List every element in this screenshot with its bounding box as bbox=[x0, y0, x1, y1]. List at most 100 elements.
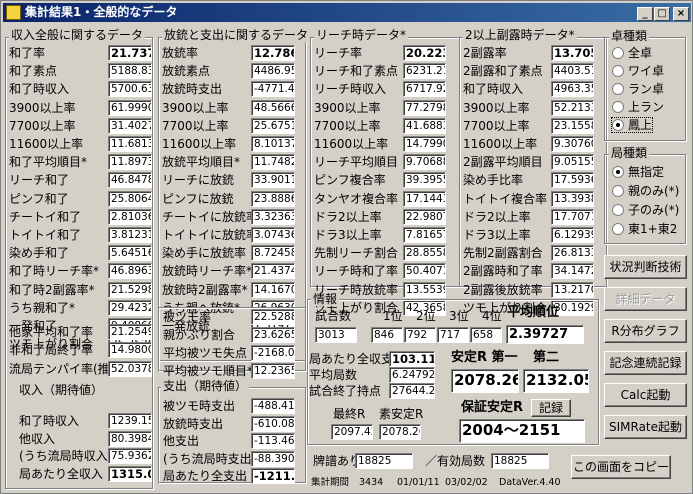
close-button[interactable]: × bbox=[673, 7, 689, 21]
radio-label: ワイ卓 bbox=[628, 64, 665, 78]
record-button[interactable]: 記録 bbox=[531, 399, 571, 417]
games-value: 3013 bbox=[315, 327, 357, 343]
table-type-option[interactable]: 鳳上 bbox=[610, 117, 654, 133]
period-to: 03/02/02 bbox=[445, 477, 488, 488]
col2-value: 23.8886 bbox=[251, 190, 295, 207]
col2-value: -88.390 bbox=[251, 450, 295, 467]
round-type-option[interactable]: 東1+東2 bbox=[612, 222, 677, 236]
col3-label: リーチ時収入 bbox=[314, 82, 387, 97]
r-distribution-button[interactable]: R分布グラフ bbox=[604, 319, 687, 343]
radio-label: 親のみ(*) bbox=[628, 184, 680, 198]
col1-label: リーチ和了 bbox=[9, 173, 70, 188]
calc-launch-button[interactable]: Calc起動 bbox=[604, 383, 687, 407]
col4-label: 3900以上率 bbox=[463, 100, 530, 115]
col1-value: 5.64516 bbox=[108, 245, 152, 262]
col2-label: トイトイに放銃率 bbox=[162, 228, 259, 242]
col4-label: 2副露後放銃率 bbox=[463, 282, 543, 297]
main-window: 集計結果1・全般的なデータ _ □ × 収入全般に関するデータ 和了率 21.737… bbox=[0, 0, 693, 494]
table-type-option[interactable]: ラン卓 bbox=[612, 82, 664, 96]
col4-value: 9.05155 bbox=[551, 154, 594, 171]
round-type-option[interactable]: 無指定 bbox=[612, 165, 664, 179]
minimize-button[interactable]: _ bbox=[637, 7, 653, 21]
col2-label: 7700以上率 bbox=[162, 118, 229, 133]
col1-label: 染め手和了 bbox=[9, 246, 70, 261]
rate1-value: 2078.26 bbox=[451, 369, 519, 393]
col2-label: 放銃素点 bbox=[162, 64, 211, 79]
col1-value: 46.8963 bbox=[108, 263, 152, 280]
col1-label: ピンフ和了 bbox=[9, 191, 69, 206]
place-value: 792 bbox=[404, 327, 436, 343]
period-from: 01/01/11 bbox=[397, 477, 440, 488]
col1-expect-label: 収入（期待値） bbox=[19, 383, 104, 397]
col1-label: 和了素点 bbox=[9, 64, 58, 79]
col1-label: 他家平均和了率 bbox=[9, 325, 94, 339]
maximize-button[interactable]: □ bbox=[654, 7, 670, 21]
radio-label: 東1+東2 bbox=[628, 222, 678, 236]
period-count: 3434 bbox=[359, 477, 384, 488]
table-type-option[interactable]: ワイ卓 bbox=[612, 64, 664, 78]
col4-label: 11600以上率 bbox=[463, 137, 538, 151]
col3-value: 41.6883 bbox=[403, 117, 446, 134]
col1-value: 21.737 bbox=[108, 45, 152, 61]
rate2-label: 第二 bbox=[533, 350, 560, 365]
copy-screen-button[interactable]: この画面をコピー bbox=[571, 455, 671, 479]
col2-expect-label: 支出（期待値） bbox=[161, 379, 250, 393]
col1-header: 収入全般に関するデータ bbox=[9, 28, 146, 42]
col1-value: 3.81231 bbox=[108, 227, 152, 243]
col3-label: リーチ率 bbox=[314, 46, 363, 60]
simrate-launch-button[interactable]: SIMRate起動 bbox=[604, 415, 687, 439]
radio-dot bbox=[612, 166, 624, 178]
round-type-option[interactable]: 子のみ(*) bbox=[612, 203, 679, 217]
plain-r-value: 2078.26 bbox=[379, 424, 421, 440]
place-value: 717 bbox=[437, 327, 469, 343]
col4-label: 7700以上率 bbox=[463, 118, 530, 133]
col2-value: 11.7482 bbox=[251, 154, 295, 171]
col1-value: 21.5298 bbox=[108, 281, 152, 298]
income-label: 局あたり全収支 bbox=[309, 352, 394, 366]
situation-analysis-button[interactable]: 状況判断技術 bbox=[604, 255, 687, 279]
col4-value: 52.2133 bbox=[551, 99, 594, 116]
avg-hands-label: 平均局数 bbox=[309, 368, 358, 382]
col1-value: 61.9990 bbox=[108, 99, 152, 116]
place-label: 3位 bbox=[449, 309, 469, 323]
col3-value: 6717.92 bbox=[403, 81, 446, 98]
radio-label: 鳳上 bbox=[628, 118, 653, 132]
col3-value: 20.223 bbox=[403, 45, 446, 61]
table-type-option[interactable]: 全卓 bbox=[612, 46, 652, 60]
detail-data-button[interactable]: 詳細データ bbox=[604, 287, 687, 311]
col4-value: 13.3938 bbox=[551, 190, 594, 207]
radio-dot bbox=[612, 185, 624, 197]
window-title: 集計結果1・全般的なデータ bbox=[25, 5, 178, 19]
col4-value: 23.1558 bbox=[551, 117, 594, 134]
col2-label: 被ツモ時支出 bbox=[163, 399, 236, 413]
valid-hands-value: 18825 bbox=[491, 453, 549, 469]
radio-dot bbox=[612, 204, 624, 216]
col2-value: 12.2365 bbox=[251, 363, 295, 379]
col4-value: 17.5936 bbox=[551, 172, 594, 189]
radio-dot bbox=[612, 83, 624, 95]
place-label: 1位 bbox=[383, 309, 403, 323]
col2-value: 12.786 bbox=[251, 45, 295, 61]
col2-label: 平均被ツモ順目* bbox=[163, 364, 254, 378]
col1-label: 他収入 bbox=[19, 431, 56, 446]
table-type-option[interactable]: 上ラン bbox=[612, 100, 664, 114]
col1-label: 和了時収入 bbox=[19, 414, 80, 428]
col2-value: 25.6751 bbox=[251, 117, 295, 134]
col3-value: 50.4071 bbox=[403, 263, 446, 280]
radio-label: 子のみ(*) bbox=[628, 203, 680, 217]
col4-value: 34.1472 bbox=[551, 263, 594, 280]
col2-value: 22.5288 bbox=[251, 309, 295, 325]
income-value: 103.112 bbox=[389, 351, 435, 367]
col3-header: リーチ時データ* bbox=[314, 28, 409, 42]
col1-value: 1315.08 bbox=[108, 465, 152, 482]
col2-value: 14.1670 bbox=[251, 281, 295, 298]
col2-label: 放銃時リーチ率* bbox=[162, 264, 253, 279]
col1-label: (うち流局時収入) bbox=[19, 449, 113, 463]
col4-label: 2副露時和了率 bbox=[463, 264, 543, 279]
radio-label: 無指定 bbox=[628, 165, 665, 179]
col1-value: 52.0378 bbox=[108, 360, 152, 377]
col1-value: 14.9800 bbox=[108, 342, 152, 359]
col2-label: 放銃時支出 bbox=[163, 416, 224, 431]
round-type-option[interactable]: 親のみ(*) bbox=[612, 184, 679, 198]
streak-record-button[interactable]: 記念連続記録 bbox=[604, 351, 687, 375]
